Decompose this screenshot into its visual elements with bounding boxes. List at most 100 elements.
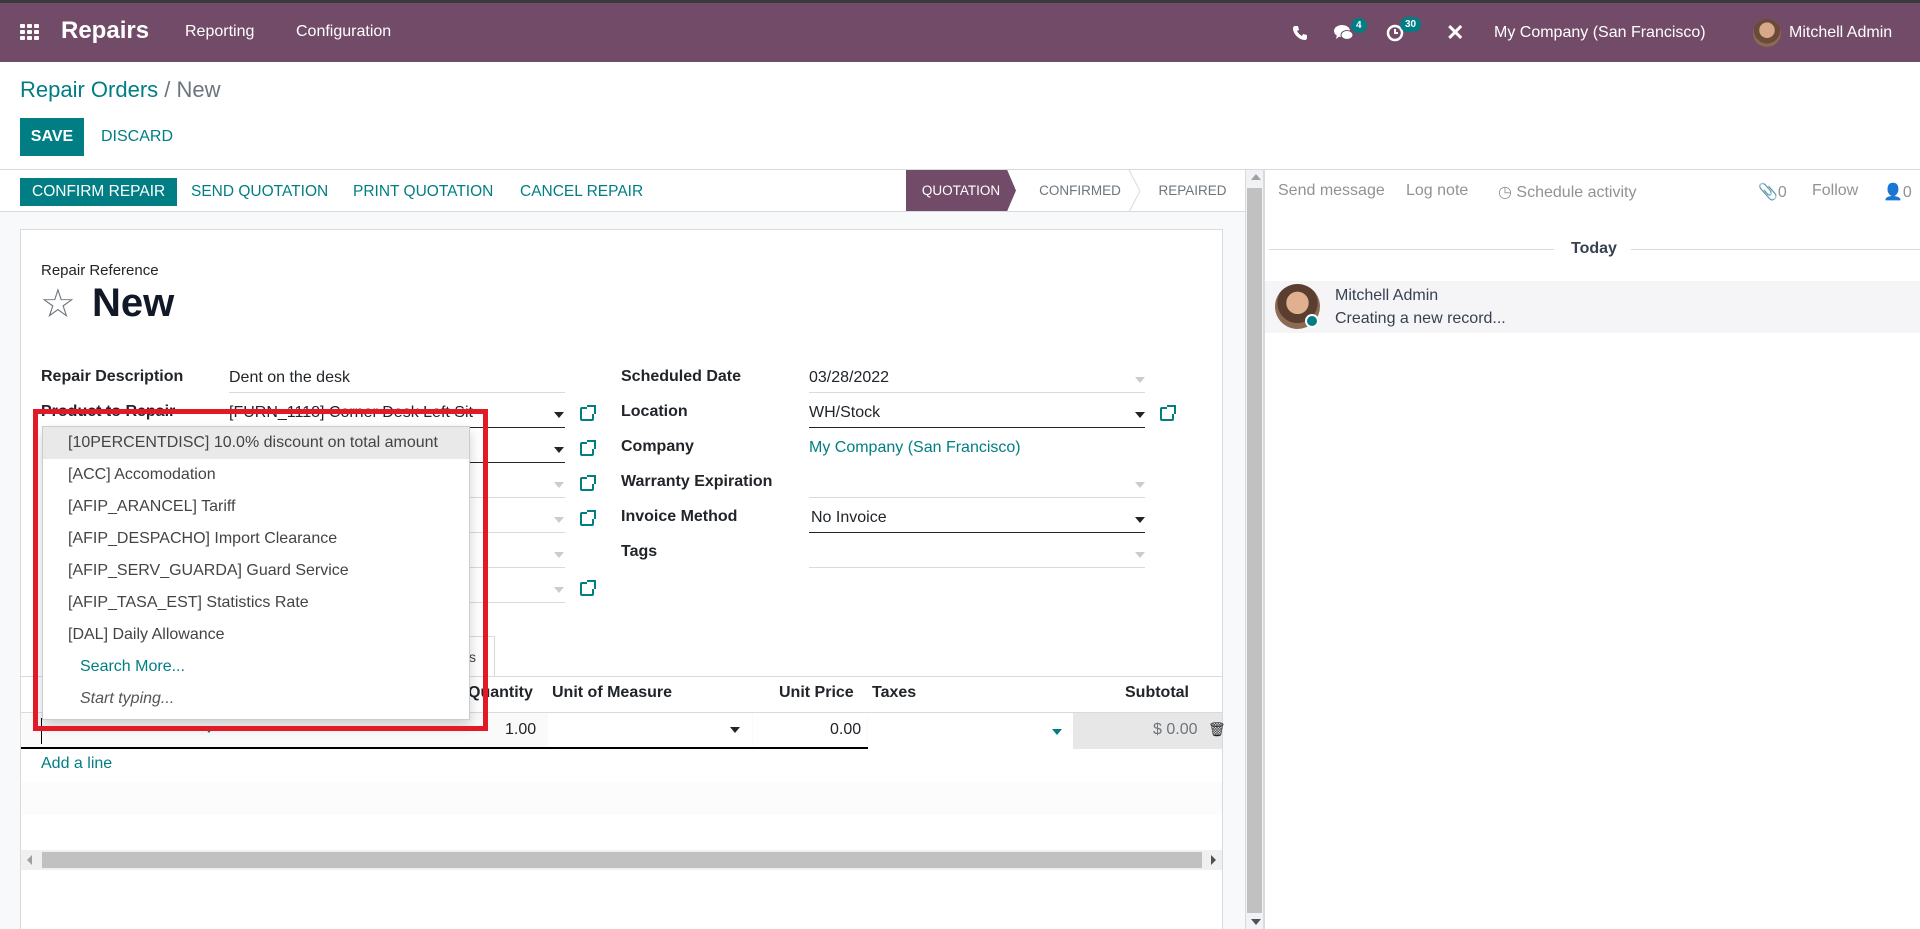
dropdown-item[interactable]: [ACC] Accomodation (43, 459, 469, 491)
apps-grid-icon[interactable] (20, 24, 40, 40)
online-status-icon (1305, 314, 1319, 328)
chevron-down-icon[interactable] (554, 482, 564, 488)
save-button[interactable]: SAVE (20, 118, 84, 156)
scroll-up-icon[interactable] (1251, 174, 1261, 180)
breadcrumb-current: New (176, 77, 221, 102)
date-divider-left (1269, 249, 1554, 250)
dropdown-item[interactable]: [AFIP_SERV_GUARDA] Guard Service (43, 555, 469, 587)
col-unit-price[interactable]: Unit Price (779, 684, 854, 702)
field-underline (809, 392, 1145, 393)
chevron-down-icon[interactable] (1135, 412, 1145, 418)
schedule-activity-button[interactable]: ◷ Schedule activity (1498, 182, 1636, 202)
dropdown-item[interactable]: [AFIP_TASA_EST] Statistics Rate (43, 587, 469, 619)
subtotal-value: $ 0.00 (1153, 721, 1198, 738)
company-switcher[interactable]: My Company (San Francisco) (1494, 3, 1706, 62)
scheduled-date-input[interactable]: 03/28/2022 (809, 369, 889, 387)
scroll-down-icon[interactable] (1251, 919, 1261, 925)
uom-input[interactable] (548, 713, 752, 749)
chat-icon[interactable] (1334, 3, 1354, 62)
external-link-icon[interactable] (580, 580, 596, 596)
dropdown-item[interactable]: [AFIP_ARANCEL] Tariff (43, 491, 469, 523)
quantity-input[interactable]: 1.00 (505, 721, 536, 739)
scroll-right-icon[interactable] (1211, 855, 1216, 865)
scheduled-date-label: Scheduled Date (621, 368, 742, 385)
dropdown-item[interactable]: [10PERCENTDISC] 10.0% discount on total … (43, 427, 469, 459)
menu-reporting[interactable]: Reporting (185, 23, 254, 41)
message-item: Mitchell Admin Creating a new record... (1264, 281, 1920, 333)
chevron-down-icon[interactable] (1052, 729, 1062, 735)
external-link-icon[interactable] (580, 510, 596, 526)
star-icon[interactable]: ☆ (40, 284, 76, 324)
external-link-icon[interactable] (1160, 405, 1176, 421)
followers-button[interactable]: 👤0 (1883, 182, 1912, 202)
field-underline (809, 567, 1145, 568)
app-name[interactable]: Repairs (61, 17, 149, 45)
attachments-button[interactable]: 📎0 (1758, 182, 1787, 202)
scrollbar-thumb[interactable] (42, 852, 1202, 868)
search-more-link[interactable]: Search More... (43, 651, 469, 683)
tags-label: Tags (621, 543, 658, 560)
chevron-down-icon[interactable] (554, 412, 564, 418)
field-underline (809, 532, 1145, 533)
cancel-repair-button[interactable]: CANCEL REPAIR (520, 178, 643, 206)
vertical-scrollbar[interactable] (1245, 170, 1264, 929)
message-body: Creating a new record... (1335, 310, 1506, 327)
text-cursor (41, 718, 42, 744)
chevron-down-icon[interactable] (204, 727, 214, 733)
date-separator: Today (1571, 240, 1617, 257)
company-link[interactable]: My Company (San Francisco) (809, 439, 1021, 457)
product-to-repair-input[interactable]: [FURN_1118] Corner Desk Left Sit (229, 404, 473, 422)
col-taxes[interactable]: Taxes (872, 684, 916, 702)
stage-confirmed[interactable]: CONFIRMED (1025, 170, 1135, 211)
followers-count: 0 (1902, 184, 1912, 201)
user-menu[interactable]: Mitchell Admin (1753, 3, 1892, 62)
external-link-icon[interactable] (580, 475, 596, 491)
send-message-button[interactable]: Send message (1278, 182, 1385, 200)
chevron-down-icon[interactable] (730, 727, 740, 733)
unit-price-input[interactable]: 0.00 (830, 721, 861, 739)
location-input[interactable]: WH/Stock (809, 404, 880, 422)
chevron-down-icon[interactable] (554, 447, 564, 453)
discard-button[interactable]: DISCARD (101, 118, 173, 156)
log-note-button[interactable]: Log note (1406, 182, 1468, 200)
follow-button[interactable]: Follow (1812, 182, 1858, 200)
chevron-down-icon[interactable] (554, 587, 564, 593)
repair-reference-value: New (92, 281, 175, 325)
trash-icon[interactable]: 🗑 (1208, 721, 1226, 738)
breadcrumb-separator: / (164, 77, 171, 102)
message-author[interactable]: Mitchell Admin (1335, 287, 1438, 305)
invoice-method-select[interactable]: No Invoice (811, 509, 887, 527)
scroll-left-icon[interactable] (27, 855, 32, 865)
stage-repaired[interactable]: REPAIRED (1145, 170, 1240, 211)
dropdown-item[interactable]: [AFIP_DESPACHO] Import Clearance (43, 523, 469, 555)
chevron-down-icon[interactable] (1135, 552, 1145, 558)
phone-icon[interactable] (1292, 3, 1308, 62)
external-link-icon[interactable] (580, 405, 596, 421)
taxes-input[interactable] (868, 713, 1073, 749)
chevron-down-icon[interactable] (1135, 517, 1145, 523)
horizontal-scrollbar[interactable] (21, 850, 1222, 870)
breadcrumb-parent[interactable]: Repair Orders (20, 77, 158, 102)
clock-icon: ◷ (1498, 184, 1512, 201)
clock-icon[interactable] (1386, 3, 1404, 62)
chevron-down-icon[interactable] (554, 552, 564, 558)
chevron-down-icon[interactable] (554, 517, 564, 523)
col-uom[interactable]: Unit of Measure (552, 684, 672, 702)
menu-configuration[interactable]: Configuration (296, 23, 391, 41)
scrollbar-thumb[interactable] (1247, 188, 1262, 913)
stage-quotation[interactable]: QUOTATION (906, 170, 1016, 211)
repair-description-input[interactable]: Dent on the desk (229, 369, 350, 387)
send-quotation-button[interactable]: SEND QUOTATION (191, 178, 328, 206)
col-quantity[interactable]: Quantity (468, 684, 533, 702)
tools-icon[interactable]: ✕ (1446, 3, 1464, 62)
add-line-link[interactable]: Add a line (41, 755, 112, 773)
external-link-icon[interactable] (580, 440, 596, 456)
messages-badge: 4 (1351, 18, 1367, 33)
chevron-down-icon[interactable] (1135, 482, 1145, 488)
col-subtotal[interactable]: Subtotal (1125, 684, 1189, 702)
confirm-repair-button[interactable]: CONFIRM REPAIR (20, 178, 178, 206)
chevron-down-icon[interactable] (1135, 377, 1145, 383)
print-quotation-button[interactable]: PRINT QUOTATION (353, 178, 493, 206)
company-label: Company (621, 438, 694, 455)
dropdown-item[interactable]: [DAL] Daily Allowance (43, 619, 469, 651)
